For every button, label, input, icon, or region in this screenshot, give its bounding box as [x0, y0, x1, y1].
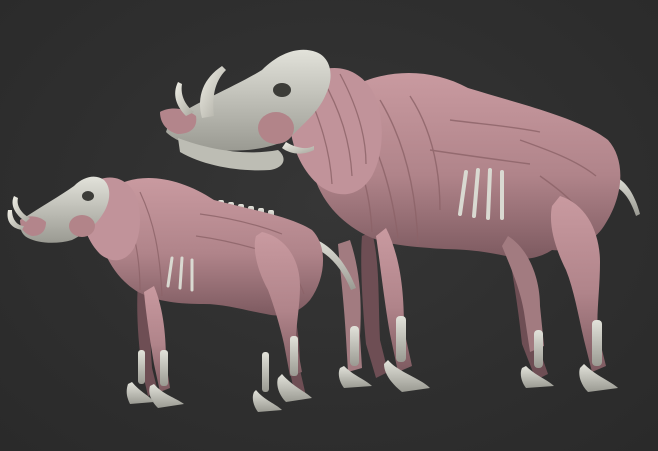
anatomy-render — [7, 49, 640, 412]
render-viewport — [0, 0, 658, 451]
small-boar-front-legs — [126, 286, 184, 408]
small-boar-upper-tusk — [12, 196, 30, 222]
small-boar-ecorche — [7, 176, 356, 412]
large-boar-eye-socket — [273, 83, 291, 97]
large-boar-cheek-muscle — [258, 112, 294, 144]
small-boar-cheek-muscle — [69, 215, 95, 237]
small-boar-eye-socket — [82, 191, 94, 201]
